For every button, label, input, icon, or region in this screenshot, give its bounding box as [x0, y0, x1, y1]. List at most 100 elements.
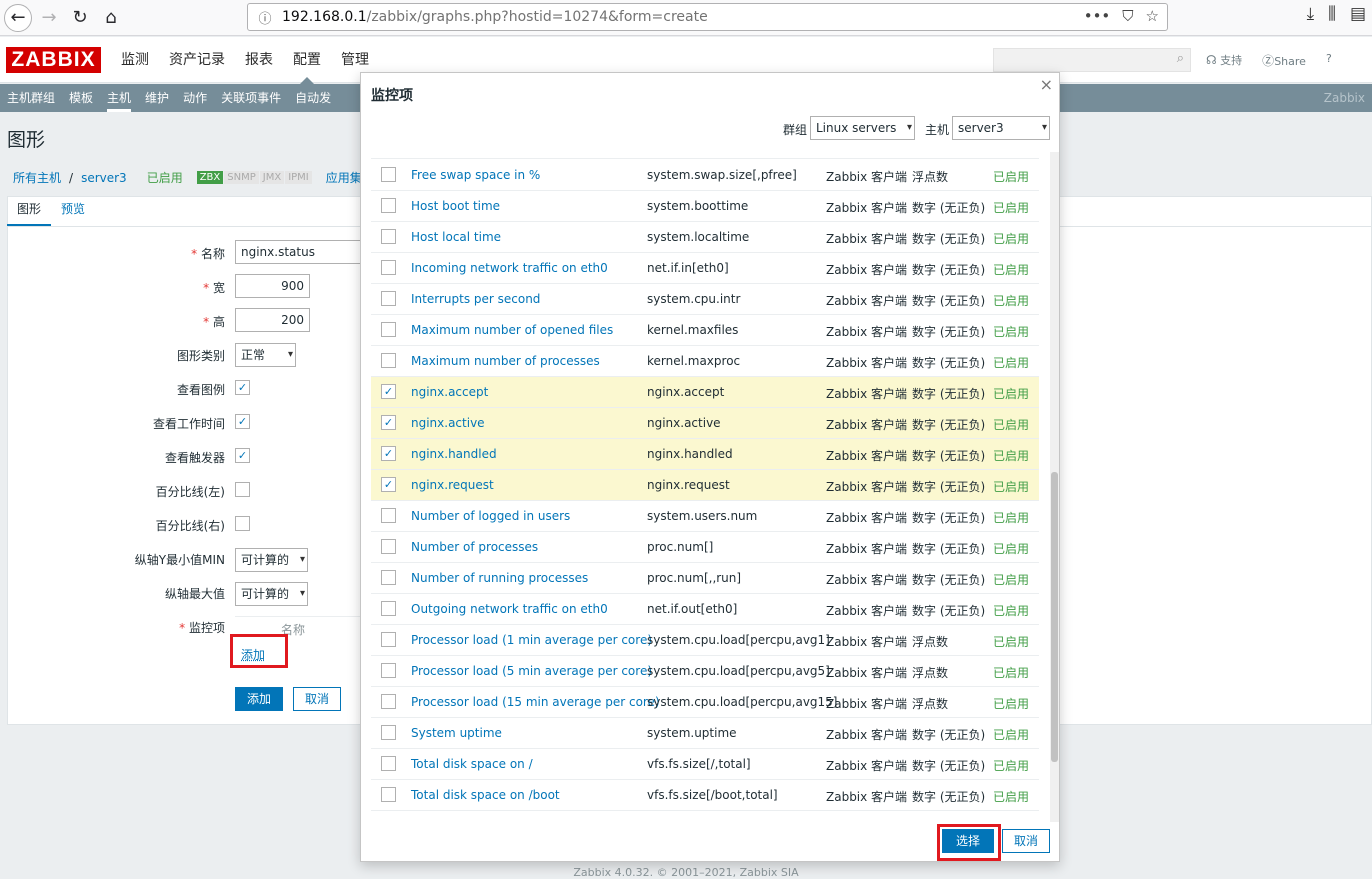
item-checkbox[interactable] — [381, 725, 396, 740]
list-item[interactable]: Host boot time system.boottime Zabbix 客户端数… — [371, 191, 1039, 222]
item-checkbox[interactable] — [381, 539, 396, 554]
item-checkbox[interactable] — [381, 632, 396, 647]
item-checkbox[interactable] — [381, 787, 396, 802]
list-item[interactable]: Host local time system.localtime Zabbix 客户… — [371, 222, 1039, 253]
item-name-link[interactable]: Number of processes — [411, 540, 538, 554]
item-name-link[interactable]: Total disk space on /boot — [411, 788, 560, 802]
item-name-link[interactable]: Host local time — [411, 230, 501, 244]
site-info-icon[interactable]: ⓘ — [254, 8, 276, 27]
popup-cancel-button[interactable]: 取消 — [1002, 829, 1050, 853]
show-legend-checkbox[interactable]: ✓ — [235, 380, 250, 395]
list-item[interactable]: Number of processes proc.num[] Zabbix 客户端数… — [371, 532, 1039, 563]
item-name-link[interactable]: Host boot time — [411, 199, 500, 213]
zabbix-logo[interactable]: ZABBIX — [6, 47, 101, 73]
percent-left-checkbox[interactable] — [235, 482, 250, 497]
name-input[interactable]: nginx.status — [235, 240, 365, 264]
submenu-correlation[interactable]: 关联项事件 — [214, 84, 288, 112]
list-item[interactable]: Number of running processes proc.num[,,ru… — [371, 563, 1039, 594]
list-item[interactable]: System uptime system.uptime Zabbix 客户端 数字 (… — [371, 718, 1039, 749]
host-select[interactable]: server3 — [952, 116, 1050, 140]
list-item[interactable]: ✓ nginx.handled nginx.handled Zabbix 客户端 数字 … — [371, 439, 1039, 470]
submenu-templates[interactable]: 模板 — [62, 84, 100, 112]
global-search-input[interactable]: ⌕ — [993, 48, 1191, 72]
submenu-hosts[interactable]: 主机 — [100, 84, 138, 112]
submenu-maintenance[interactable]: 维护 — [138, 84, 176, 112]
forward-icon[interactable]: → — [35, 4, 63, 32]
item-name-link[interactable]: Number of logged in users — [411, 509, 570, 523]
submenu-actions[interactable]: 动作 — [176, 84, 214, 112]
share-link[interactable]: ⓏShare — [1262, 52, 1306, 69]
submenu-discovery[interactable]: 自动发 — [288, 84, 338, 112]
list-item[interactable]: ✓ nginx.accept nginx.accept Zabbix 客户端 数字 (无… — [371, 377, 1039, 408]
help-link[interactable]: ? — [1326, 52, 1332, 69]
item-checkbox[interactable]: ✓ — [381, 446, 396, 461]
item-checkbox[interactable]: ✓ — [381, 415, 396, 430]
item-checkbox[interactable] — [381, 508, 396, 523]
item-checkbox[interactable] — [381, 291, 396, 306]
item-checkbox[interactable] — [381, 601, 396, 616]
list-item[interactable]: Number of logged in users system.users.nu… — [371, 501, 1039, 532]
item-name-link[interactable]: Processor load (5 min average per core) — [411, 664, 652, 678]
pocket-icon[interactable]: ⛉ — [1122, 7, 1133, 25]
item-checkbox[interactable] — [381, 322, 396, 337]
list-item[interactable]: Maximum number of processes kernel.maxpro… — [371, 346, 1039, 377]
search-icon[interactable]: ⌕ — [1177, 51, 1184, 66]
add-button[interactable]: 添加 — [235, 687, 283, 711]
bookmark-star-icon[interactable]: ☆ — [1146, 7, 1159, 25]
cancel-button[interactable]: 取消 — [293, 687, 341, 711]
item-name-link[interactable]: Outgoing network traffic on eth0 — [411, 602, 608, 616]
width-input[interactable]: 900 — [235, 274, 310, 298]
item-name-link[interactable]: Total disk space on / — [411, 757, 533, 771]
menu-monitoring[interactable]: 监测 — [111, 37, 159, 83]
menu-inventory[interactable]: 资产记录 — [159, 37, 235, 83]
item-checkbox[interactable] — [381, 167, 396, 182]
item-checkbox[interactable] — [381, 198, 396, 213]
breadcrumb-all-hosts[interactable]: 所有主机 — [13, 169, 61, 186]
menu-configuration[interactable]: 配置 — [283, 37, 331, 84]
item-name-link[interactable]: Free swap space in % — [411, 168, 540, 182]
list-item[interactable]: Total disk space on /boot vfs.fs.size[/bo… — [371, 780, 1039, 811]
breadcrumb-applications[interactable]: 应用集 — [326, 169, 362, 186]
item-checkbox[interactable] — [381, 694, 396, 709]
list-item[interactable]: Total disk space on / vfs.fs.size[/,total… — [371, 749, 1039, 780]
host-status[interactable]: 已启用 — [147, 169, 183, 186]
back-icon[interactable]: ← — [4, 3, 32, 32]
list-item[interactable]: Processor load (15 min average per core)… — [371, 687, 1039, 718]
item-name-link[interactable]: Processor load (15 min average per core) — [411, 695, 660, 709]
item-name-link[interactable]: nginx.handled — [411, 447, 497, 461]
tab-graph[interactable]: 图形 — [7, 196, 52, 227]
item-checkbox[interactable] — [381, 570, 396, 585]
home-icon[interactable]: ⌂ — [97, 4, 125, 32]
library-icon[interactable]: ⫼ — [1328, 4, 1336, 24]
item-name-link[interactable]: Processor load (1 min average per core) — [411, 633, 652, 647]
item-name-link[interactable]: Maximum number of processes — [411, 354, 600, 368]
item-name-link[interactable]: Maximum number of opened files — [411, 323, 613, 337]
list-item[interactable]: ✓ nginx.active nginx.active Zabbix 客户端 数字 (无… — [371, 408, 1039, 439]
list-item[interactable]: Incoming network traffic on eth0 net.if.i… — [371, 253, 1039, 284]
item-checkbox[interactable] — [381, 353, 396, 368]
list-item[interactable]: Free swap space in % system.swap.size[,pf… — [371, 160, 1039, 191]
item-name-link[interactable]: Interrupts per second — [411, 292, 540, 306]
page-actions-icon[interactable]: ••• — [1084, 7, 1111, 25]
list-item[interactable]: Processor load (5 min average per core) s… — [371, 656, 1039, 687]
item-name-link[interactable]: Incoming network traffic on eth0 — [411, 261, 608, 275]
scrollbar-thumb[interactable] — [1051, 472, 1058, 762]
list-item[interactable]: Maximum number of opened files kernel.max… — [371, 315, 1039, 346]
show-triggers-checkbox[interactable]: ✓ — [235, 448, 250, 463]
item-checkbox[interactable] — [381, 756, 396, 771]
list-item[interactable]: ✓ nginx.request nginx.request Zabbix 客户端 数字 … — [371, 470, 1039, 501]
item-name-link[interactable]: nginx.active — [411, 416, 485, 430]
list-item[interactable]: Processor load (1 min average per core) s… — [371, 625, 1039, 656]
item-name-link[interactable]: Number of running processes — [411, 571, 588, 585]
tab-preview[interactable]: 预览 — [51, 196, 95, 227]
ymin-select[interactable]: 可计算的 — [235, 548, 308, 572]
item-name-link[interactable]: nginx.accept — [411, 385, 488, 399]
height-input[interactable]: 200 — [235, 308, 310, 332]
item-checkbox[interactable]: ✓ — [381, 477, 396, 492]
item-checkbox[interactable] — [381, 260, 396, 275]
menu-reports[interactable]: 报表 — [235, 37, 283, 83]
address-bar[interactable]: ⓘ 192.168.0.1/zabbix/graphs.php?hostid=1… — [247, 3, 1168, 31]
item-checkbox[interactable] — [381, 663, 396, 678]
sidebar-icon[interactable]: ▤ — [1350, 4, 1366, 24]
breadcrumb-host[interactable]: server3 — [81, 171, 127, 185]
